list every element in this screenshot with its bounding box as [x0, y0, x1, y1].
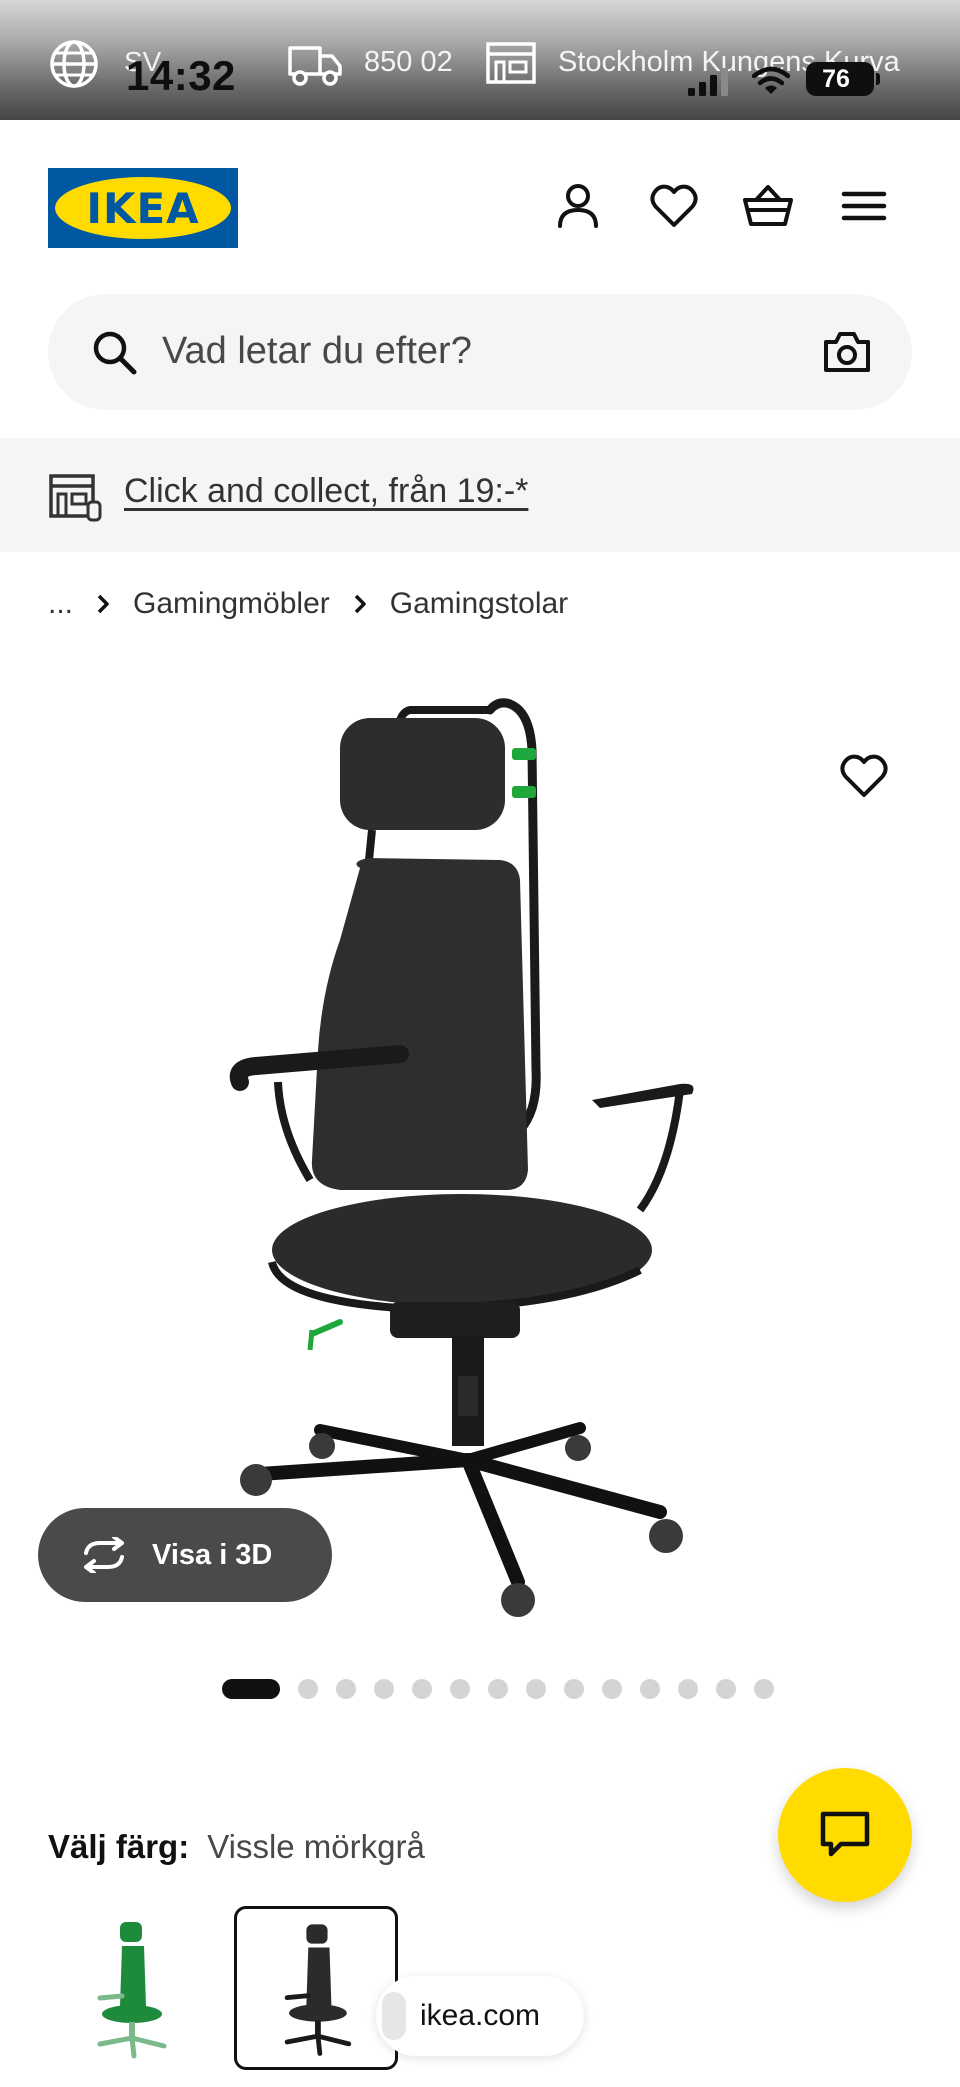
color-swatch-green[interactable]: [48, 1906, 212, 2070]
url-text: ikea.com: [419, 1999, 541, 2032]
breadcrumb-item[interactable]: ...: [48, 587, 73, 621]
status-bar: SV 14:32 850 02 Stockholm Kungens Kurva …: [0, 0, 960, 120]
person-icon[interactable]: [552, 180, 604, 232]
breadcrumb-item[interactable]: Gamingstolar: [390, 587, 568, 621]
color-chooser: Välj färg: Vissle mörkgrå: [48, 1828, 425, 1866]
logo-wordmark: IKEA: [86, 183, 200, 233]
carousel-dot[interactable]: [564, 1679, 584, 1699]
battery-level: 76: [822, 64, 850, 93]
postal-code[interactable]: 850 02: [364, 46, 453, 79]
carousel-dot[interactable]: [640, 1679, 660, 1699]
globe-icon[interactable]: [48, 38, 100, 90]
carousel-dot[interactable]: [374, 1679, 394, 1699]
browser-url-pill[interactable]: ikea.com: [376, 1976, 584, 2056]
green-strap: [512, 748, 536, 760]
breadcrumb-item[interactable]: Gamingmöbler: [133, 587, 330, 621]
selected-color: Vissle mörkgrå: [207, 1828, 425, 1865]
hamburger-menu-icon[interactable]: [838, 180, 890, 232]
chat-button[interactable]: [778, 1768, 912, 1902]
product-image[interactable]: [200, 690, 760, 1630]
carousel-dot[interactable]: [716, 1679, 736, 1699]
wifi-icon: [752, 66, 790, 94]
ikea-logo[interactable]: IKEA: [48, 168, 238, 248]
carousel-dot[interactable]: [602, 1679, 622, 1699]
search-icon: [93, 331, 137, 375]
search-bar[interactable]: Vad letar du efter?: [48, 294, 912, 410]
delivery-truck-icon[interactable]: [286, 38, 344, 90]
camera-icon[interactable]: [822, 328, 872, 376]
chevron-right-icon: [91, 584, 115, 624]
green-strap: [512, 786, 536, 798]
color-label: Välj färg:: [48, 1828, 190, 1865]
carousel-dot[interactable]: [336, 1679, 356, 1699]
carousel-dot[interactable]: [412, 1679, 432, 1699]
carousel-dot[interactable]: [678, 1679, 698, 1699]
rotate-3d-icon: [84, 1537, 124, 1573]
carousel-dot[interactable]: [526, 1679, 546, 1699]
add-to-favourites-icon[interactable]: [838, 750, 890, 802]
carousel-pagination: [222, 1679, 792, 1699]
color-swatch-dark-grey[interactable]: [234, 1906, 398, 2070]
carousel-dot[interactable]: [222, 1679, 280, 1699]
clock: 14:32: [126, 52, 236, 99]
view-in-3d-button[interactable]: Visa i 3D: [38, 1508, 332, 1602]
carousel-dot[interactable]: [450, 1679, 470, 1699]
carousel-dot[interactable]: [488, 1679, 508, 1699]
battery-indicator: 76: [806, 62, 880, 96]
chat-bubble-icon: [820, 1811, 870, 1857]
heart-icon[interactable]: [648, 180, 700, 232]
breadcrumb: ... Gamingmöbler Gamingstolar: [48, 584, 568, 624]
store-icon[interactable]: [484, 40, 538, 86]
basket-icon[interactable]: [742, 180, 794, 232]
search-input[interactable]: Vad letar du efter?: [162, 330, 472, 373]
carousel-dot[interactable]: [298, 1679, 318, 1699]
view-in-3d-label: Visa i 3D: [152, 1538, 273, 1571]
click-and-collect-link[interactable]: Click and collect, från 19:-*: [124, 472, 528, 511]
cellular-signal-icon: [688, 68, 728, 96]
carousel-dot[interactable]: [754, 1679, 774, 1699]
logo-ellipse: IKEA: [55, 177, 231, 239]
store-pickup-icon: [49, 474, 102, 522]
chevron-right-icon: [348, 584, 372, 624]
click-and-collect-banner: Click and collect, från 19:-*: [0, 438, 960, 552]
url-pill-handle: [382, 1992, 406, 2040]
